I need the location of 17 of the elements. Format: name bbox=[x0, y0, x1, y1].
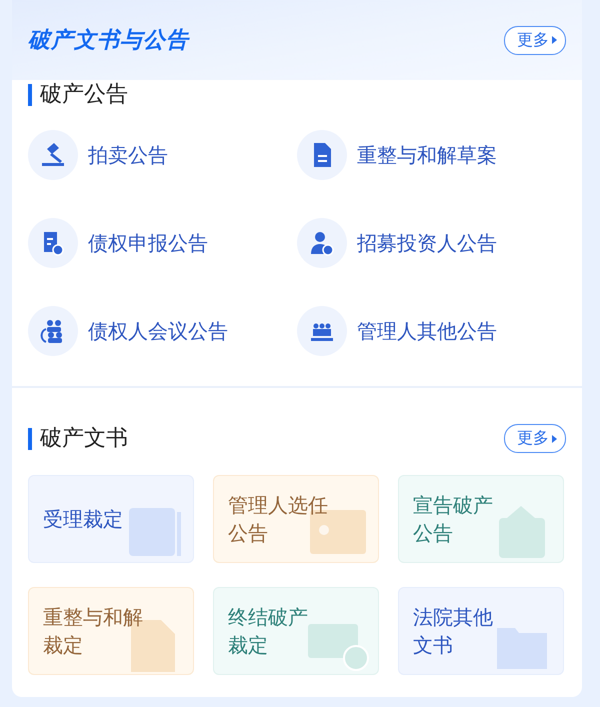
more-button[interactable]: 更多 bbox=[504, 424, 566, 453]
notice-link[interactable]: 拍卖公告 bbox=[28, 130, 297, 180]
document-tile[interactable]: 管理人选任公告 bbox=[213, 475, 379, 563]
document-tile[interactable]: 受理裁定 bbox=[28, 475, 194, 563]
notice-link[interactable]: 重整与和解草案 bbox=[297, 130, 566, 180]
notice-link[interactable]: 债权人会议公告 bbox=[28, 306, 297, 356]
more-button[interactable]: 更多 bbox=[504, 26, 566, 54]
notice-link[interactable]: 招募投资人公告 bbox=[297, 218, 566, 268]
document-tile[interactable]: 法院其他文书 bbox=[398, 587, 564, 675]
document-tile[interactable]: 宣告破产公告 bbox=[398, 475, 564, 563]
document-tile[interactable]: 重整与和解裁定 bbox=[28, 587, 194, 675]
section-heading: 破产文书 bbox=[28, 428, 128, 450]
notice-link[interactable]: 管理人其他公告 bbox=[297, 306, 566, 356]
panel-title: 破产文书与公告 bbox=[28, 27, 189, 55]
section-heading: 破产公告 bbox=[28, 84, 128, 106]
notice-link[interactable]: 债权申报公告 bbox=[28, 218, 297, 268]
document-tile[interactable]: 终结破产裁定 bbox=[213, 587, 379, 675]
